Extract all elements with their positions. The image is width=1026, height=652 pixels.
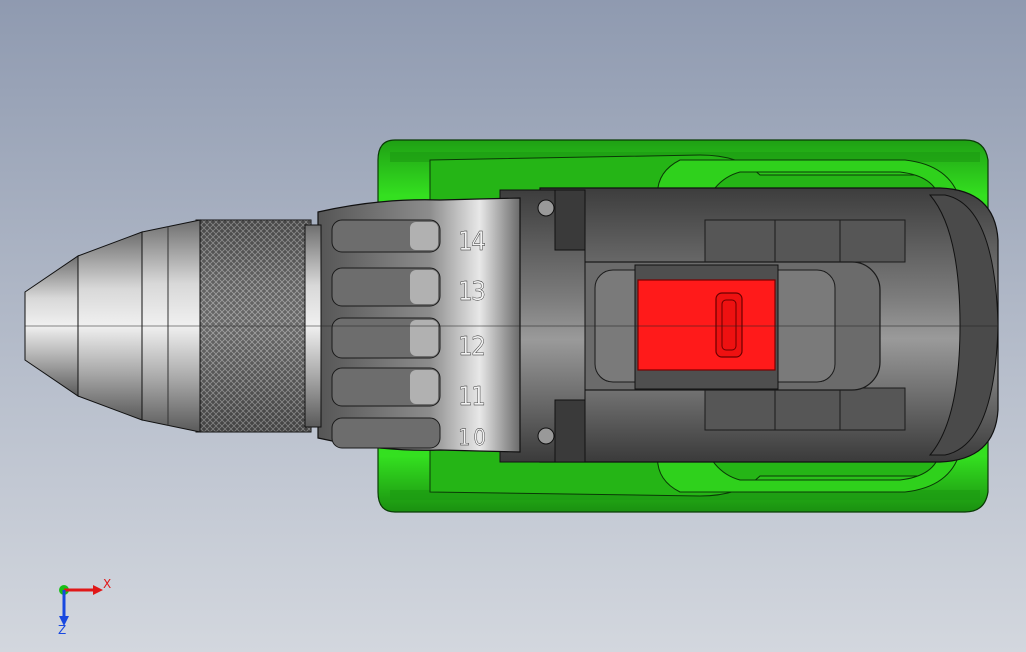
z-axis-label: Z	[58, 623, 66, 637]
clutch-ring[interactable]	[317, 197, 521, 453]
clutch-label-11: 11	[458, 382, 486, 412]
orientation-triad[interactable]: X Z	[58, 577, 111, 637]
clutch-label-13: 13	[458, 277, 486, 307]
x-arrow-head	[93, 585, 103, 595]
cad-viewport[interactable]: 14 13 12 11 10 X Z	[0, 0, 1026, 652]
direction-switch[interactable]	[637, 279, 776, 371]
clutch-label-12: 12	[458, 332, 486, 362]
clutch-label-14: 14	[458, 227, 486, 257]
x-axis-label: X	[103, 577, 111, 591]
